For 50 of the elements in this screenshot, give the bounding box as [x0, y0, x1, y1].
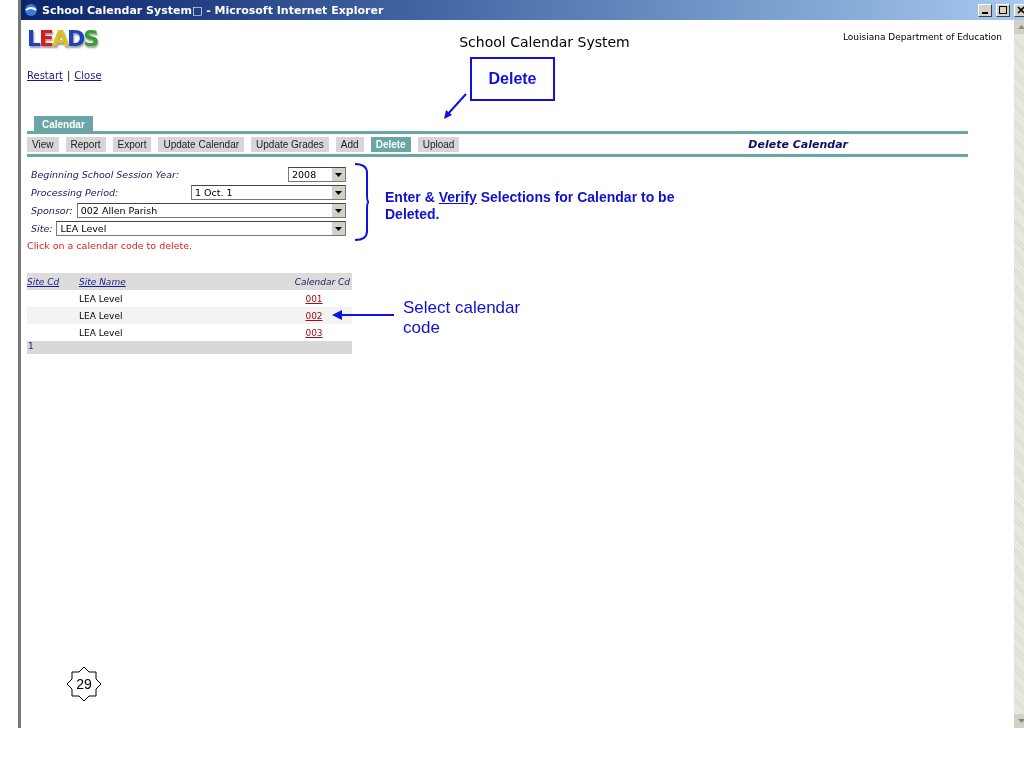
window-title: School Calendar System□ - Microsoft Internet Explorer [42, 3, 384, 17]
logo: LEADS [27, 26, 99, 51]
page-heading: Delete Calendar [748, 138, 848, 151]
table-cell-text: LEA Level [79, 293, 124, 304]
toolbar-tab[interactable]: Report [65, 137, 106, 152]
calendar-code-link[interactable]: 003 [305, 327, 323, 338]
maximize-icon [999, 6, 1007, 14]
calendar-code-link[interactable]: 001 [305, 293, 323, 304]
select-field[interactable]: 002 Allen Parish [76, 203, 346, 218]
page-number[interactable]: 1 [27, 341, 352, 354]
field-label: Sponsor: [31, 205, 73, 216]
table-cell-text: LEA Level [79, 327, 124, 338]
organization-name: Louisiana Department of Education [841, 32, 1002, 42]
select-field[interactable]: 1 Oct. 1 [191, 185, 346, 200]
toolbar-tab[interactable]: View [27, 137, 59, 152]
dropdown-icon [335, 208, 342, 213]
select-field[interactable]: 2008 [288, 167, 346, 182]
dropdown-icon [335, 190, 342, 195]
toolbar-tab[interactable]: Upload [417, 137, 460, 152]
close-icon [1017, 6, 1024, 14]
select-annotation: Select calendar code [403, 298, 522, 338]
instruction-annotation: Enter & Verify Selections for Calendar to be Deleted. [385, 189, 676, 223]
dropdown-icon [335, 226, 342, 231]
toolbar-tab[interactable]: Export [112, 137, 152, 152]
instruction-message: Click on a calendar code to delete. [27, 240, 194, 253]
toolbar-tab[interactable]: Update Calendar [158, 137, 245, 152]
column-header[interactable]: Site Cd [27, 276, 79, 287]
field-label: Processing Period: [31, 187, 119, 198]
pointer-arrow [443, 93, 467, 120]
nav-link[interactable]: Close [74, 70, 102, 116]
column-header[interactable]: Site Name [79, 276, 276, 287]
close-button[interactable] [1014, 3, 1024, 17]
table-cell-text: LEA Level [79, 310, 124, 321]
toolbar-tab[interactable]: Add [335, 137, 364, 152]
callout-box: Delete [470, 57, 555, 101]
calendar-code-link[interactable]: 002 [305, 310, 323, 321]
maximize-button[interactable] [996, 3, 1010, 17]
field-label: Site: [31, 223, 53, 234]
pointer-arrow [332, 309, 394, 321]
field-label: Beginning School Session Year: [31, 169, 180, 180]
nav-link[interactable]: Restart [27, 70, 63, 116]
select-field[interactable]: LEA Level [56, 221, 346, 236]
link-separator: | [66, 70, 71, 84]
slide-number-badge: 29 [64, 664, 104, 704]
browser-icon [24, 3, 38, 17]
page-title: School Calendar System [458, 34, 631, 50]
column-header: Calendar Cd [294, 276, 351, 287]
minimize-button[interactable] [978, 3, 992, 17]
toolbar-tab[interactable]: Update Grades [251, 137, 329, 152]
dropdown-icon [335, 172, 342, 177]
